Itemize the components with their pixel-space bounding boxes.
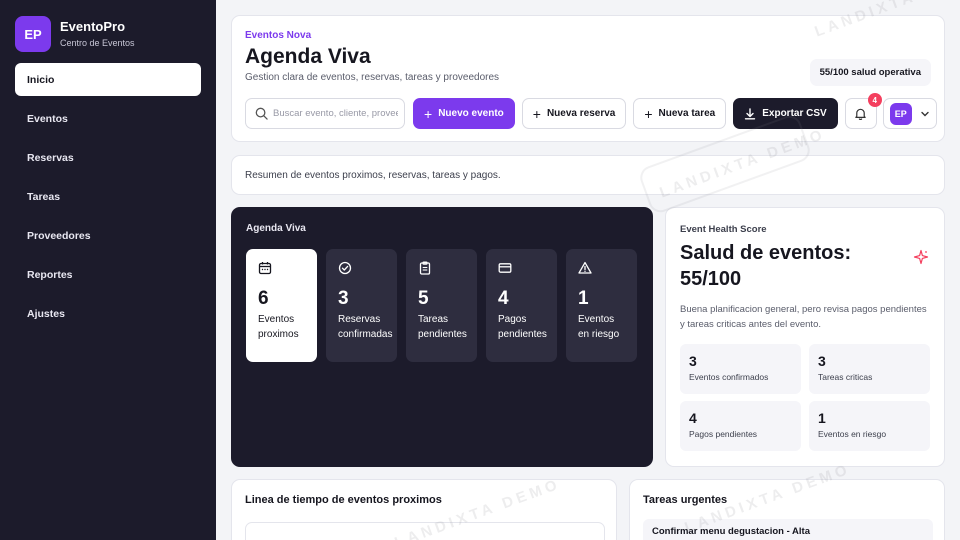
brand-name: EventoPro: [60, 18, 126, 34]
agenda-stats: 6 Eventos proximos 3 Reservas confirmada…: [246, 249, 646, 362]
brand-logo: EP: [15, 16, 51, 52]
notifications-button[interactable]: 4: [844, 93, 882, 129]
urgent-tasks-title: Tareas urgentes: [643, 494, 728, 506]
stat-label: Reservas confirmadas: [338, 314, 393, 340]
brand[interactable]: EP EventoPro Centro de Eventos: [15, 16, 135, 52]
bell-icon: [854, 107, 867, 120]
stat-card-pending-tasks[interactable]: 5 Tareas pendientes: [406, 249, 477, 362]
new-task-button[interactable]: + Nueva tarea: [633, 98, 727, 129]
stat-value: 4: [498, 288, 509, 309]
timeline-title: Linea de tiempo de eventos proximos: [245, 494, 442, 506]
new-booking-button[interactable]: + Nueva reserva: [521, 98, 627, 129]
agenda-title: Agenda Viva: [246, 223, 306, 234]
stat-value: 1: [578, 288, 589, 309]
search-input[interactable]: [273, 108, 398, 119]
metric-critical-tasks: 3 Tareas criticas: [809, 344, 930, 394]
card-icon: [498, 261, 545, 277]
header-card: Eventos Nova Agenda Viva Gestion clara d…: [231, 15, 945, 142]
metric-pending-payments: 4 Pagos pendientes: [680, 401, 801, 451]
sidebar-item-tareas[interactable]: Tareas: [15, 180, 201, 213]
health-metrics: 3 Eventos confirmados 3 Tareas criticas …: [680, 344, 930, 458]
brand-subtitle: Centro de Eventos: [60, 37, 135, 48]
sidebar-item-reservas[interactable]: Reservas: [15, 141, 201, 174]
warning-icon: [578, 261, 625, 277]
sidebar: EP EventoPro Centro de Eventos Inicio Ev…: [0, 0, 216, 540]
download-icon: [744, 107, 756, 120]
plus-icon: +: [424, 105, 433, 122]
sidebar-item-proveedores[interactable]: Proveedores: [15, 219, 201, 252]
search-icon: [255, 107, 268, 120]
check-circle-icon: [338, 261, 385, 277]
plus-icon: +: [644, 105, 653, 122]
timeline-item[interactable]: [245, 522, 605, 540]
toolbar: + Nuevo evento + Nueva reserva + Nueva t…: [245, 93, 937, 129]
stat-value: 6: [258, 288, 269, 309]
search-box[interactable]: [245, 98, 405, 129]
sidebar-nav: Inicio Eventos Reservas Tareas Proveedor…: [15, 63, 201, 336]
health-score-card: Event Health Score Salud de eventos: 55/…: [665, 207, 945, 467]
health-kicker: Event Health Score: [680, 224, 767, 235]
urgent-tasks-card: Tareas urgentes Confirmar menu degustaci…: [629, 479, 945, 540]
health-description: Buena planificacion general, pero revisa…: [680, 304, 927, 330]
stat-label: Pagos pendientes: [498, 314, 547, 340]
export-csv-button[interactable]: Exportar CSV: [733, 98, 838, 129]
org-name: Eventos Nova: [245, 30, 312, 41]
stat-card-upcoming-events[interactable]: 6 Eventos proximos: [246, 249, 317, 362]
stat-label: Eventos proximos: [258, 314, 299, 340]
agenda-panel: Agenda Viva 6 Eventos proximos 3 Reserva…: [231, 207, 653, 467]
timeline-card: Linea de tiempo de eventos proximos: [231, 479, 617, 540]
metric-confirmed-events: 3 Eventos confirmados: [680, 344, 801, 394]
health-title: Salud de eventos: 55/100: [680, 242, 852, 290]
sidebar-item-eventos[interactable]: Eventos: [15, 102, 201, 135]
health-status-pill: 55/100 salud operativa: [809, 59, 931, 86]
calendar-icon: [258, 261, 305, 277]
avatar: EP: [889, 102, 912, 125]
stat-card-pending-payments[interactable]: 4 Pagos pendientes: [486, 249, 557, 362]
chevron-down-icon: [920, 109, 930, 119]
clipboard-icon: [418, 261, 465, 277]
sidebar-item-reportes[interactable]: Reportes: [15, 258, 201, 291]
plus-icon: +: [532, 105, 541, 122]
stat-value: 5: [418, 288, 429, 309]
summary-text: Resumen de eventos proximos, reservas, t…: [245, 169, 501, 181]
stat-card-confirmed-bookings[interactable]: 3 Reservas confirmadas: [326, 249, 397, 362]
stat-card-events-at-risk[interactable]: 1 Eventos en riesgo: [566, 249, 637, 362]
sidebar-item-ajustes[interactable]: Ajustes: [15, 297, 201, 330]
sparkle-icon: [913, 249, 929, 270]
task-item[interactable]: Confirmar menu degustacion - Alta: [643, 519, 933, 540]
summary-banner: Resumen de eventos proximos, reservas, t…: [231, 155, 945, 195]
user-menu[interactable]: EP: [882, 98, 937, 129]
notification-count-badge: 4: [867, 93, 882, 107]
metric-events-at-risk: 1 Eventos en riesgo: [809, 401, 930, 451]
page-subtitle: Gestion clara de eventos, reservas, tare…: [245, 72, 500, 83]
sidebar-item-inicio[interactable]: Inicio: [15, 63, 201, 96]
page-title: Agenda Viva: [245, 45, 371, 68]
stat-value: 3: [338, 288, 349, 309]
new-event-button[interactable]: + Nuevo evento: [413, 98, 515, 129]
stat-label: Eventos en riesgo: [578, 314, 620, 340]
stat-label: Tareas pendientes: [418, 314, 467, 340]
